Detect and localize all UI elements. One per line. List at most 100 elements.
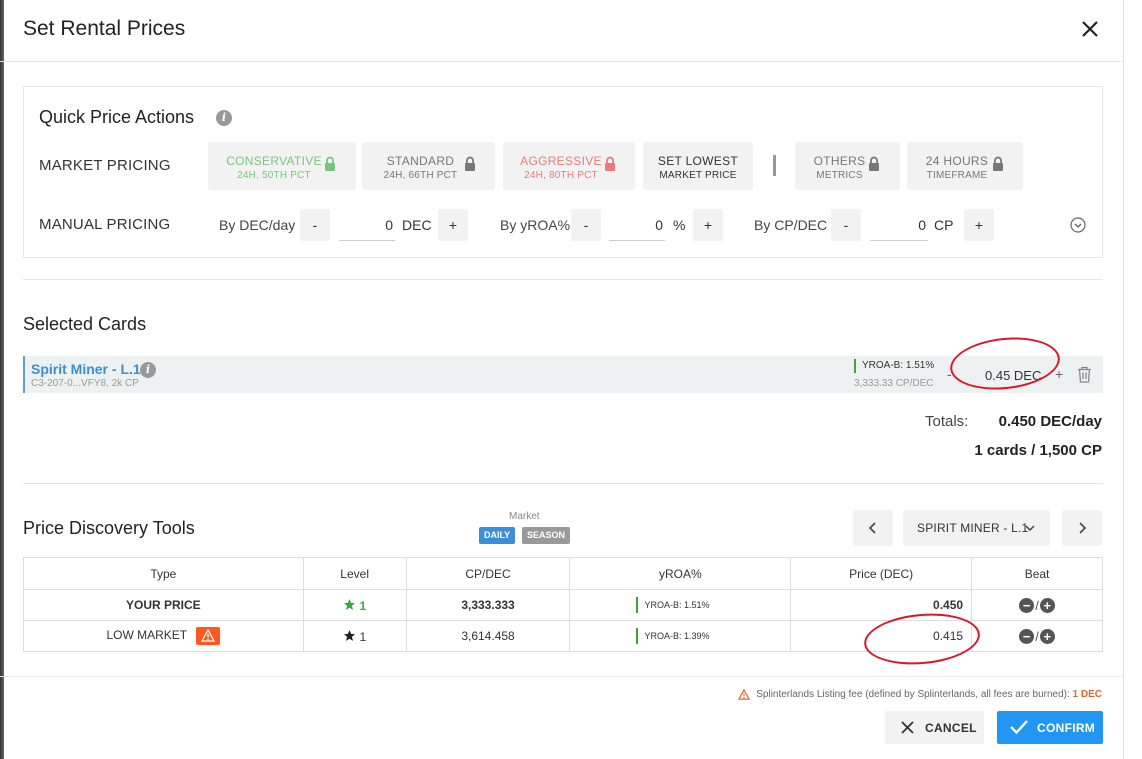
row-level: 1 xyxy=(302,589,407,621)
cp-increment-button[interactable]: + xyxy=(964,209,994,241)
prev-card-button[interactable] xyxy=(853,510,893,546)
quick-price-actions-title: Quick Price Actions xyxy=(39,107,195,127)
dec-per-day-input[interactable] xyxy=(339,209,395,241)
column-header: CP/DEC xyxy=(405,557,571,590)
minus-circle-icon[interactable]: − xyxy=(1019,628,1035,644)
info-icon[interactable]: i xyxy=(140,362,156,378)
cp-decrement-button[interactable]: - xyxy=(831,209,861,241)
divider xyxy=(23,483,1103,484)
fee-note-text: Splinterlands Listing fee (defined by Sp… xyxy=(756,689,1070,701)
dec-unit: DEC xyxy=(402,217,432,233)
backdrop-edge xyxy=(0,0,4,759)
lock-icon xyxy=(993,156,1003,171)
card-price-decrement[interactable]: - xyxy=(947,366,952,382)
next-card-button[interactable] xyxy=(1062,510,1102,546)
column-header: Level xyxy=(302,557,407,590)
yroa-value: YROA-B: 1.51% xyxy=(636,597,709,613)
beat-controls: − / + xyxy=(971,620,1103,652)
footer-divider xyxy=(0,676,1124,677)
dialog-title: Set Rental Prices xyxy=(23,17,186,40)
cp-unit: CP xyxy=(934,217,954,233)
row-type: LOW MARKET xyxy=(23,620,304,652)
card-select-value: SPIRIT MINER - L.1 xyxy=(917,521,1029,535)
info-icon[interactable]: i xyxy=(216,110,232,126)
preset-divider xyxy=(773,155,776,176)
yroa-value: YROA-B: 1.39% xyxy=(636,628,709,644)
standard-preset-button[interactable]: STANDARD 24H, 66TH PCT xyxy=(362,142,495,190)
by-cp-dec-label: By CP/DEC xyxy=(754,217,828,233)
daily-toggle[interactable]: DAILY xyxy=(479,527,516,544)
by-dec-label: By DEC/day xyxy=(219,217,296,233)
row-price: 0.415 xyxy=(790,620,973,652)
set-rental-prices-dialog: Set Rental Prices Quick Price Actions i … xyxy=(0,0,1124,759)
set-lowest-market-price-button[interactable]: SET LOWEST MARKET PRICE xyxy=(643,142,753,190)
plus-circle-icon[interactable]: + xyxy=(1039,628,1055,644)
plus-circle-icon[interactable]: + xyxy=(1039,597,1055,613)
row-yroa: YROA-B: 1.51% xyxy=(569,589,792,621)
level-value: 1 xyxy=(359,629,367,644)
card-cp-dec: 3,333.33 CP/DEC xyxy=(854,378,934,389)
card-uid: C3-207-0...VFY8, 2k CP xyxy=(31,378,139,389)
yroa-unit: % xyxy=(673,217,686,233)
divider xyxy=(23,279,1103,280)
aggressive-preset-button[interactable]: AGGRESSIVE 24H, 80TH PCT xyxy=(503,142,635,190)
season-toggle[interactable]: SEASON xyxy=(522,527,571,544)
listing-fee-note: Splinterlands Listing fee (defined by Sp… xyxy=(738,688,1102,701)
type-value: LOW MARKET xyxy=(106,628,187,643)
chevron-left-icon xyxy=(868,522,876,534)
card-name-link[interactable]: Spirit Miner - L.1 xyxy=(31,361,141,377)
star-icon xyxy=(344,598,356,610)
selected-card-row: Spirit Miner - L.1 i C3-207-0...VFY8, 2k… xyxy=(23,356,1103,393)
yroa-input[interactable] xyxy=(609,209,665,241)
card-price-increment[interactable]: + xyxy=(1055,366,1063,382)
close-icon xyxy=(901,721,914,734)
conservative-preset-button[interactable]: CONSERVATIVE 24H, 50TH PCT xyxy=(208,142,356,190)
dec-decrement-button[interactable]: - xyxy=(300,209,330,241)
chevron-down-circle-icon[interactable] xyxy=(1070,217,1086,233)
warning-icon xyxy=(196,627,221,645)
check-icon xyxy=(1010,720,1028,735)
confirm-button[interactable]: CONFIRM xyxy=(997,711,1103,744)
card-price-value[interactable]: 0.45 DEC xyxy=(985,368,1041,383)
others-metrics-button[interactable]: OTHERS METRICS xyxy=(795,142,900,190)
yroa-decrement-button[interactable]: - xyxy=(571,209,601,241)
card-select-dropdown[interactable]: SPIRIT MINER - L.1 xyxy=(903,510,1050,546)
yroa-increment-button[interactable]: + xyxy=(693,209,723,241)
quick-price-actions-panel: Quick Price Actions i MARKET PRICING CON… xyxy=(23,86,1103,258)
table-row: YOUR PRICE 1 3,333.333 YROA-B: 1.51% 0.4… xyxy=(23,589,1103,621)
totals-value: 0.450 DEC/day xyxy=(998,413,1102,430)
close-icon[interactable] xyxy=(1078,17,1102,41)
table-header-row: Type Level CP/DEC yROA% Price (DEC) Beat xyxy=(23,557,1103,590)
card-yroa: YROA-B: 1.51% xyxy=(854,359,934,373)
selected-cards-title: Selected Cards xyxy=(23,314,147,334)
column-header: yROA% xyxy=(569,557,792,590)
star-icon xyxy=(344,629,356,641)
market-label: Market xyxy=(509,511,540,522)
price-discovery-table: Type Level CP/DEC yROA% Price (DEC) Beat… xyxy=(23,557,1103,652)
dec-increment-button[interactable]: + xyxy=(438,209,468,241)
cp-per-dec-input[interactable] xyxy=(870,209,928,241)
preset-label: OTHERS xyxy=(813,154,866,168)
preset-sublabel: MARKET PRICE xyxy=(659,170,737,181)
row-level: 1 xyxy=(302,620,407,652)
timeframe-button[interactable]: 24 HOURS TIMEFRAME xyxy=(907,142,1023,190)
chevron-right-icon xyxy=(1079,522,1087,534)
trash-icon[interactable] xyxy=(1077,366,1092,383)
totals-label: Totals: xyxy=(925,413,969,430)
by-yroa-label: By yROA% xyxy=(500,217,571,233)
beat-controls: − / + xyxy=(971,589,1103,621)
cancel-button[interactable]: CANCEL xyxy=(885,711,984,744)
row-yroa: YROA-B: 1.39% xyxy=(569,620,792,652)
row-type: YOUR PRICE xyxy=(23,589,304,621)
lock-icon xyxy=(869,156,879,171)
totals-count: 1 cards / 1,500 CP xyxy=(974,442,1102,459)
market-pricing-label: MARKET PRICING xyxy=(39,157,171,174)
dialog-header: Set Rental Prices xyxy=(0,0,1124,62)
preset-sublabel: METRICS xyxy=(816,170,863,181)
manual-pricing-label: MANUAL PRICING xyxy=(39,216,171,233)
minus-circle-icon[interactable]: − xyxy=(1019,597,1035,613)
column-header: Price (DEC) xyxy=(790,557,973,590)
lock-icon xyxy=(605,156,615,171)
table-row: LOW MARKET 1 3,614.458 YROA-B: 1.39% 0.4… xyxy=(23,620,1103,652)
confirm-label: CONFIRM xyxy=(1037,721,1096,735)
